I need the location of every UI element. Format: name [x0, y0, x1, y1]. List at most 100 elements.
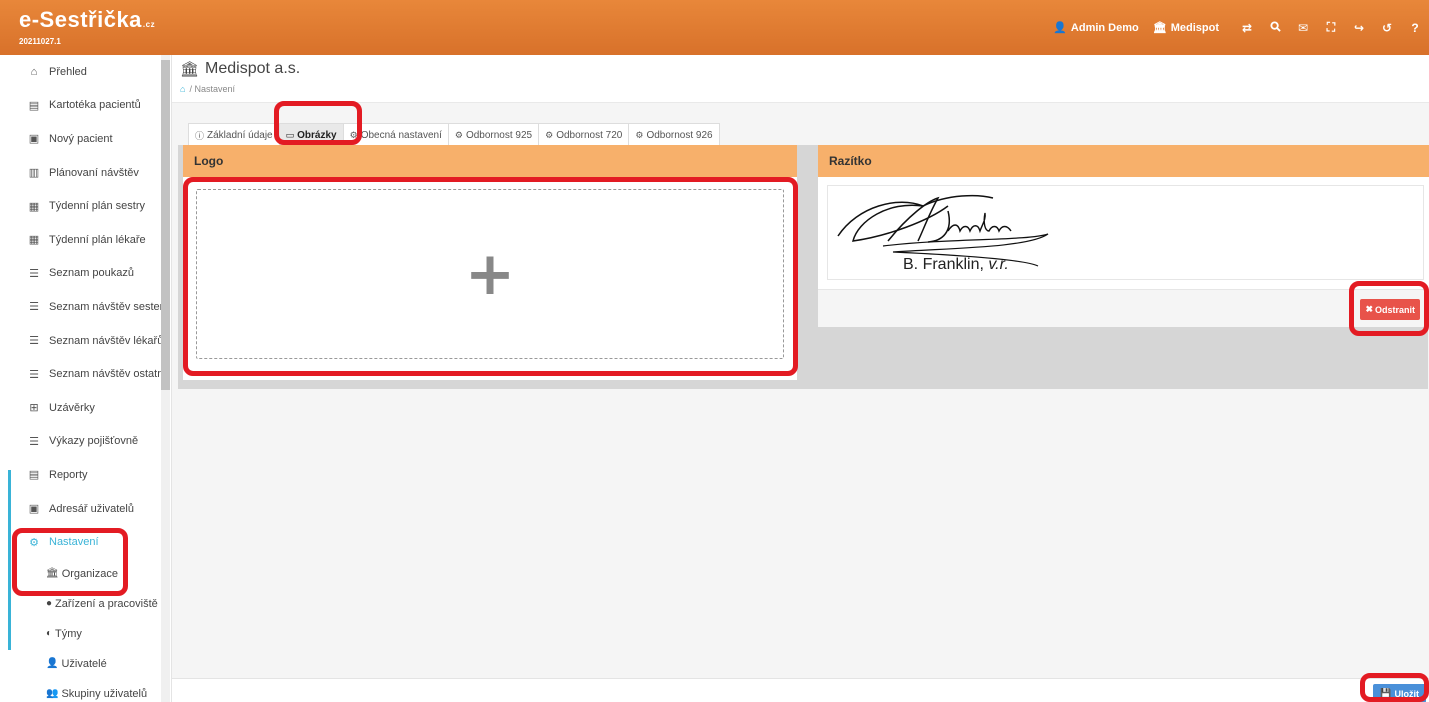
sidebar-subitem-tymy[interactable]: ◐ Týmy — [0, 619, 171, 649]
tab-obrazky[interactable]: ▭ Obrázky — [278, 123, 344, 147]
sidebar-item-uzaverky[interactable]: ⊞ Uzávěrky — [0, 391, 171, 425]
sidebar-subitem-label: Skupiny uživatelů — [61, 687, 148, 700]
envelope-icon[interactable]: ✉ — [1289, 21, 1317, 35]
sidebar-item-label: Plánovaní návštěv — [49, 166, 139, 179]
fullscreen-icon[interactable]: ⛶ — [1317, 20, 1345, 35]
list-icon: ☰ — [29, 435, 39, 448]
list-icon: ☰ — [29, 368, 39, 381]
sidebar-subitem-label: Organizace — [61, 567, 118, 580]
sidebar-subitem-uzivatele[interactable]: 👤 Uživatelé — [0, 649, 171, 679]
sidebar-item-label: Kartotéka pacientů — [49, 99, 141, 112]
exchange-icon[interactable]: ⇄ — [1233, 21, 1261, 35]
sidebar-item-poukazy[interactable]: ☰ Seznam poukazů — [0, 257, 171, 291]
cogs-icon: ⚙ — [29, 536, 39, 549]
top-bar: e-Sestřička.cz 20211027.1 👤 Admin Demo 🏛… — [0, 0, 1429, 55]
sidebar-item-navstevy-ostatni[interactable]: ☰ Seznam návštěv ostatní — [0, 357, 171, 391]
gear-icon: ⚙ — [349, 130, 358, 140]
sidebar-item-reporty[interactable]: ▤ Reporty — [0, 458, 171, 492]
home-icon[interactable]: ⌂ — [180, 84, 185, 94]
signature-caption: B. Franklin, v.r. — [903, 256, 1009, 274]
sidebar: ⌂ Přehled ▤ Kartotéka pacientů ▣ Nový pacie… — [0, 55, 172, 702]
help-icon[interactable]: ? — [1401, 21, 1429, 35]
organization-name: Medispot — [1170, 21, 1219, 34]
remove-stamp-button[interactable]: ✖ Odstranit — [1360, 299, 1420, 320]
sidebar-item-label: Adresář uživatelů — [49, 502, 134, 515]
tab-odbornost-720[interactable]: ⚙ Odbornost 720 — [538, 123, 630, 147]
home-icon: ⌂ — [30, 65, 38, 78]
sidebar-item-plan-lekare[interactable]: ▦ Týdenní plán lékaře — [0, 223, 171, 257]
gear-icon: ⚙ — [635, 130, 644, 140]
save-label: Uložit — [1394, 688, 1420, 699]
sidebar-subitem-label: Zařízení a pracoviště — [55, 597, 158, 610]
logo-panel: Logo + — [183, 145, 797, 380]
save-button[interactable]: 💾 Uložit — [1373, 684, 1426, 702]
sidebar-item-plan-sestry[interactable]: ▦ Týdenní plán sestry — [0, 189, 171, 223]
sidebar-item-label: Nastavení — [49, 536, 99, 549]
id-badge-icon: ▣ — [28, 133, 40, 146]
users-icon: 👥 — [46, 688, 59, 700]
sidebar-subitem-skupiny[interactable]: 👥 Skupiny uživatelů — [0, 679, 171, 702]
shield-icon: ◐ — [46, 628, 53, 640]
institution-icon: 🏛 — [180, 61, 200, 78]
sidebar-item-navstevy-lekaru[interactable]: ☰ Seznam návštěv lékařů — [0, 324, 171, 358]
sidebar-scrollbar-thumb[interactable] — [161, 60, 170, 390]
sidebar-item-label: Seznam návštěv lékařů — [49, 334, 164, 347]
user-menu[interactable]: 👤 Admin Demo — [1053, 21, 1139, 35]
institution-icon: 🏛 — [46, 568, 59, 580]
sidebar-item-label: Přehled — [49, 65, 87, 78]
form-footer: 💾 Uložit — [172, 678, 1429, 702]
sidebar-active-accent — [8, 470, 11, 650]
tab-odbornost-926[interactable]: ⚙ Odbornost 926 — [628, 123, 720, 147]
sidebar-item-navstevy-sester[interactable]: ☰ Seznam návštěv sester — [0, 290, 171, 324]
tab-label: Obrázky — [297, 130, 337, 141]
sidebar-item-vykazy[interactable]: ☰ Výkazy pojišťovně — [0, 425, 171, 459]
sidebar-item-label: Výkazy pojišťovně — [49, 435, 139, 448]
organization-menu[interactable]: 🏛 Medispot — [1152, 21, 1219, 35]
logo-upload-dropzone[interactable]: + — [196, 189, 784, 359]
plus-icon: + — [464, 239, 516, 309]
gear-icon: ⚙ — [545, 130, 554, 140]
brand-logo[interactable]: e-Sestřička.cz 20211027.1 — [19, 8, 155, 47]
institution-icon: 🏛 — [1152, 22, 1167, 34]
main-content: 🏛 Medispot a.s. ⌂ / Nastavení ⓘ Základní … — [172, 55, 1429, 702]
sidebar-item-nastaveni[interactable]: ⚙ Nastavení — [0, 525, 171, 559]
sidebar-item-adresar[interactable]: ▣ Adresář uživatelů — [0, 492, 171, 526]
history-icon[interactable]: ↺ — [1373, 21, 1401, 35]
breadcrumb-current: Nastavení — [194, 84, 235, 94]
list-icon: ☰ — [29, 335, 39, 348]
breadcrumb: ⌂ / Nastavení — [180, 84, 235, 94]
sidebar-subitem-label: Uživatelé — [61, 657, 107, 670]
tab-label: Základní údaje — [207, 130, 273, 141]
hospital-icon: ● — [46, 598, 53, 610]
sidebar-subitem-label: Týmy — [55, 627, 82, 640]
tab-obecna-nastaveni[interactable]: ⚙ Obecná nastavení — [342, 123, 449, 147]
sidebar-item-novy-pacient[interactable]: ▣ Nový pacient — [0, 122, 171, 156]
sidebar-item-label: Týdenní plán sestry — [49, 200, 145, 213]
tab-zakladni-udaje[interactable]: ⓘ Základní údaje — [188, 123, 280, 147]
calendar-icon: ▦ — [28, 234, 40, 247]
sidebar-item-label: Uzávěrky — [49, 401, 95, 414]
brand-name: e-Sestřička — [19, 7, 142, 32]
sidebar-item-label: Seznam poukazů — [49, 267, 134, 280]
stamp-panel-header: Razítko — [818, 145, 1429, 177]
sidebar-item-prehled[interactable]: ⌂ Přehled — [0, 55, 171, 89]
tab-label: Odbornost 926 — [646, 130, 713, 141]
image-icon: ▭ — [285, 130, 295, 140]
stamp-image: B. Franklin, v.r. — [827, 185, 1424, 280]
tab-odbornost-925[interactable]: ⚙ Odbornost 925 — [447, 123, 540, 147]
sidebar-item-kartoteka[interactable]: ▤ Kartotéka pacientů — [0, 89, 171, 123]
user-name: Admin Demo — [1070, 21, 1139, 34]
list-icon: ☰ — [29, 301, 39, 314]
sidebar-item-label: Seznam návštěv sester — [49, 300, 164, 313]
app-version: 20211027.1 — [19, 37, 61, 46]
sidebar-subitem-zarizeni[interactable]: ● Zařízení a pracoviště — [0, 589, 171, 619]
sidebar-subitem-organizace[interactable]: 🏛 Organizace — [0, 559, 171, 589]
stamp-panel-footer: ✖ Odstranit — [818, 290, 1429, 327]
sidebar-item-planovani[interactable]: ▥ Plánovaní návštěv — [0, 156, 171, 190]
sidebar-item-label: Seznam návštěv ostatní — [49, 368, 167, 381]
search-icon[interactable] — [1261, 20, 1289, 35]
page-title: 🏛 Medispot a.s. — [180, 60, 300, 78]
logout-icon[interactable]: ↪ — [1345, 21, 1373, 35]
signature-name: B. Franklin, — [903, 256, 989, 273]
tab-label: Obecná nastavení — [360, 130, 442, 141]
